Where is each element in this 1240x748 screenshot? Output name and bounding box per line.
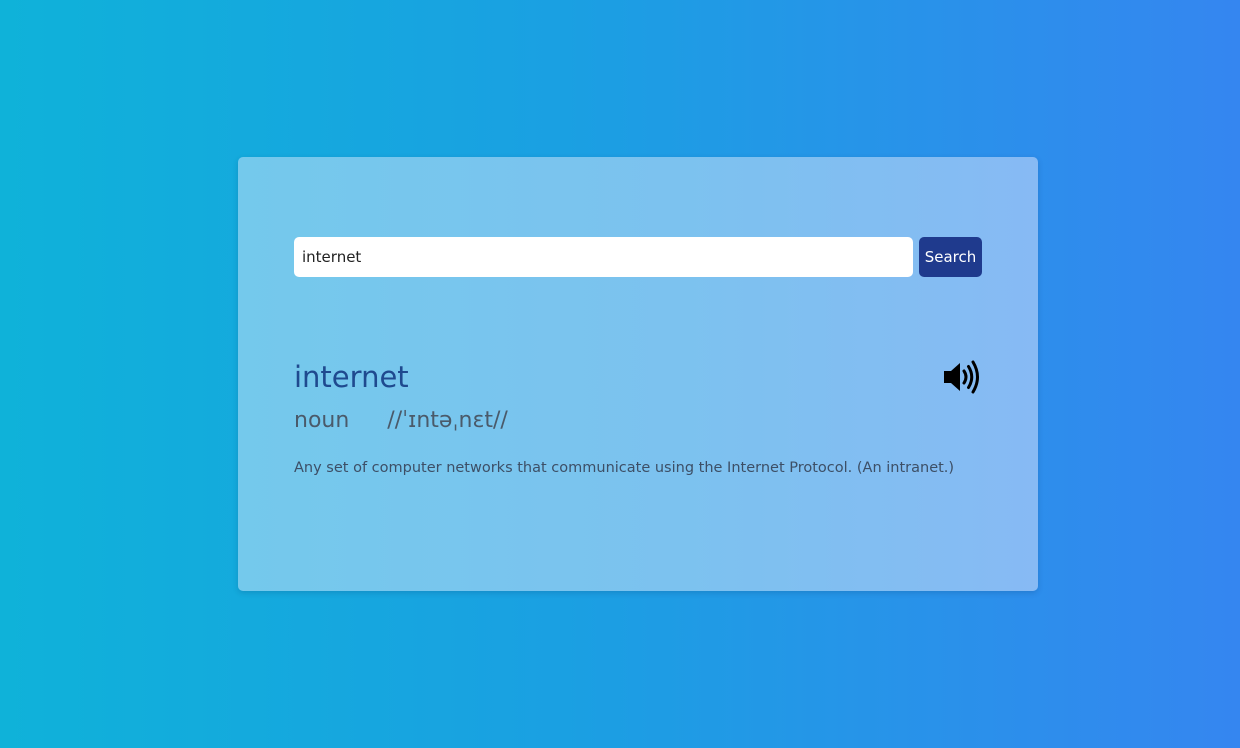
- definition-text: Any set of computer networks that commun…: [294, 460, 955, 476]
- dictionary-card: Search internet noun //ˈɪntəˌnɛt// Any se…: [238, 157, 1038, 591]
- word-title: internet: [294, 360, 409, 394]
- word-details: noun //ˈɪntəˌnɛt//: [294, 405, 508, 437]
- phonetic-text: //ˈɪntəˌnɛt//: [387, 408, 508, 433]
- search-button[interactable]: Search: [919, 237, 982, 277]
- part-of-speech: noun: [294, 408, 350, 433]
- search-input[interactable]: [294, 237, 913, 277]
- search-bar: Search: [294, 237, 982, 277]
- speaker-volume-icon[interactable]: [942, 359, 980, 395]
